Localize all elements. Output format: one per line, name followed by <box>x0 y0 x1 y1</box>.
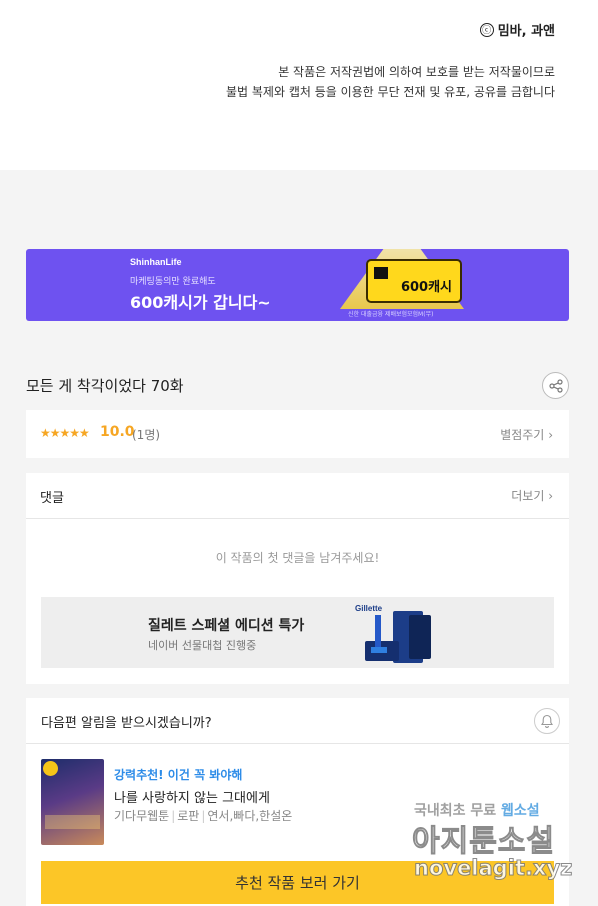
chevron-right-icon: › <box>548 489 553 503</box>
copyright-notice: 본 작품은 저작권법에 의하여 보호를 받는 저작물이므로 불법 복제와 캡처 … <box>226 62 555 102</box>
share-button[interactable] <box>542 372 569 399</box>
comments-header: 댓글 더보기 › <box>26 473 569 519</box>
episode-footer: ⓒ 밈바, 과앤 본 작품은 저작권법에 의하여 보호를 받는 저작물이므로 불… <box>0 0 598 170</box>
thumbnail-title-art <box>45 815 100 829</box>
recommended-meta: 기다무웹툰 | 로판 | 연서,빠다,한설온 <box>114 807 292 824</box>
notice-line-1: 본 작품은 저작권법에 의하여 보호를 받는 저작물이므로 <box>278 65 555 79</box>
banner-cash-card: 600캐시 <box>366 259 462 303</box>
meta-divider: | <box>201 809 206 823</box>
view-recommended-button[interactable]: 추천 작품 보러 가기 <box>41 861 554 904</box>
comments-box: 댓글 더보기 › 이 작품의 첫 댓글을 남겨주세요! 질레트 스페셜 에디션 … <box>26 473 569 684</box>
banner-headline: 600캐시가 갑니다~ <box>130 293 271 312</box>
meta-authors: 연서,빠다,한설온 <box>207 809 293 823</box>
card-chip-icon <box>374 267 388 279</box>
recommended-title[interactable]: 나를 사랑하지 않는 그대에게 <box>114 787 270 806</box>
banner-subtitle: 마케팅동의만 완료해도 <box>130 277 216 287</box>
comments-more-label: 더보기 <box>511 489 545 503</box>
give-rating-link[interactable]: 별점주기 › <box>500 426 553 443</box>
promo-banner[interactable]: ShinhanLife 마케팅동의만 완료해도 600캐시가 갑니다~ 600캐… <box>26 249 569 321</box>
banner-brand: ShinhanLife <box>130 257 182 267</box>
alert-header: 다음편 알림을 받으시겠습니까? <box>26 698 569 744</box>
rating-count: (1명) <box>132 428 161 442</box>
meta-genre: 로판 <box>177 809 200 823</box>
ad-subtitle: 네이버 선물대첩 진행중 <box>148 639 257 652</box>
notification-toggle[interactable] <box>534 708 560 734</box>
recommended-thumbnail[interactable] <box>41 759 104 845</box>
share-icon <box>548 378 563 393</box>
next-episode-alert-box: 다음편 알림을 받으시겠습니까? 강력추천! 이건 꼭 봐야해 나를 사랑하지 … <box>26 698 569 906</box>
banner-fine-print: 신한 대출금융 제배보험모험M(무) <box>348 311 434 318</box>
episode-title: 모든 게 착각이었다 70화 <box>26 377 184 395</box>
comments-empty-text: 이 작품의 첫 댓글을 남겨주세요! <box>215 551 380 565</box>
copyright-line: ⓒ 밈바, 과앤 <box>479 20 555 39</box>
razor-product-image: Gillette <box>355 604 431 663</box>
give-rating-label: 별점주기 <box>500 428 545 442</box>
ad-title: 질레트 스페셜 에디션 특가 <box>148 618 305 634</box>
meta-category: 기다무웹툰 <box>114 809 170 823</box>
ad-banner[interactable]: 질레트 스페셜 에디션 특가 네이버 선물대첩 진행중 Gillette <box>41 597 554 668</box>
ad-brand-mark: Gillette <box>355 604 383 613</box>
notice-line-2: 불법 복제와 캡처 등을 이용한 무단 전재 및 유포, 공유를 금합니다 <box>225 85 555 99</box>
rating-stars: ★★★★★ <box>40 426 90 440</box>
bell-icon <box>541 714 553 728</box>
recommend-tag: 강력추천! 이건 꼭 봐야해 <box>114 768 243 782</box>
banner-card-value: 600캐시 <box>400 280 452 295</box>
copyright-text: 밈바, 과앤 <box>497 24 555 39</box>
chevron-right-icon: › <box>548 428 553 442</box>
copyright-icon: ⓒ <box>479 22 494 37</box>
rating-score: 10.0 <box>100 424 135 440</box>
clock-icon <box>43 761 58 776</box>
rating-box: ★★★★★ 10.0 (1명) 별점주기 › <box>26 410 569 458</box>
alert-question: 다음편 알림을 받으시겠습니까? <box>41 716 212 731</box>
comments-label: 댓글 <box>40 491 64 506</box>
comments-more-link[interactable]: 더보기 › <box>511 487 553 504</box>
meta-divider: | <box>171 809 176 823</box>
